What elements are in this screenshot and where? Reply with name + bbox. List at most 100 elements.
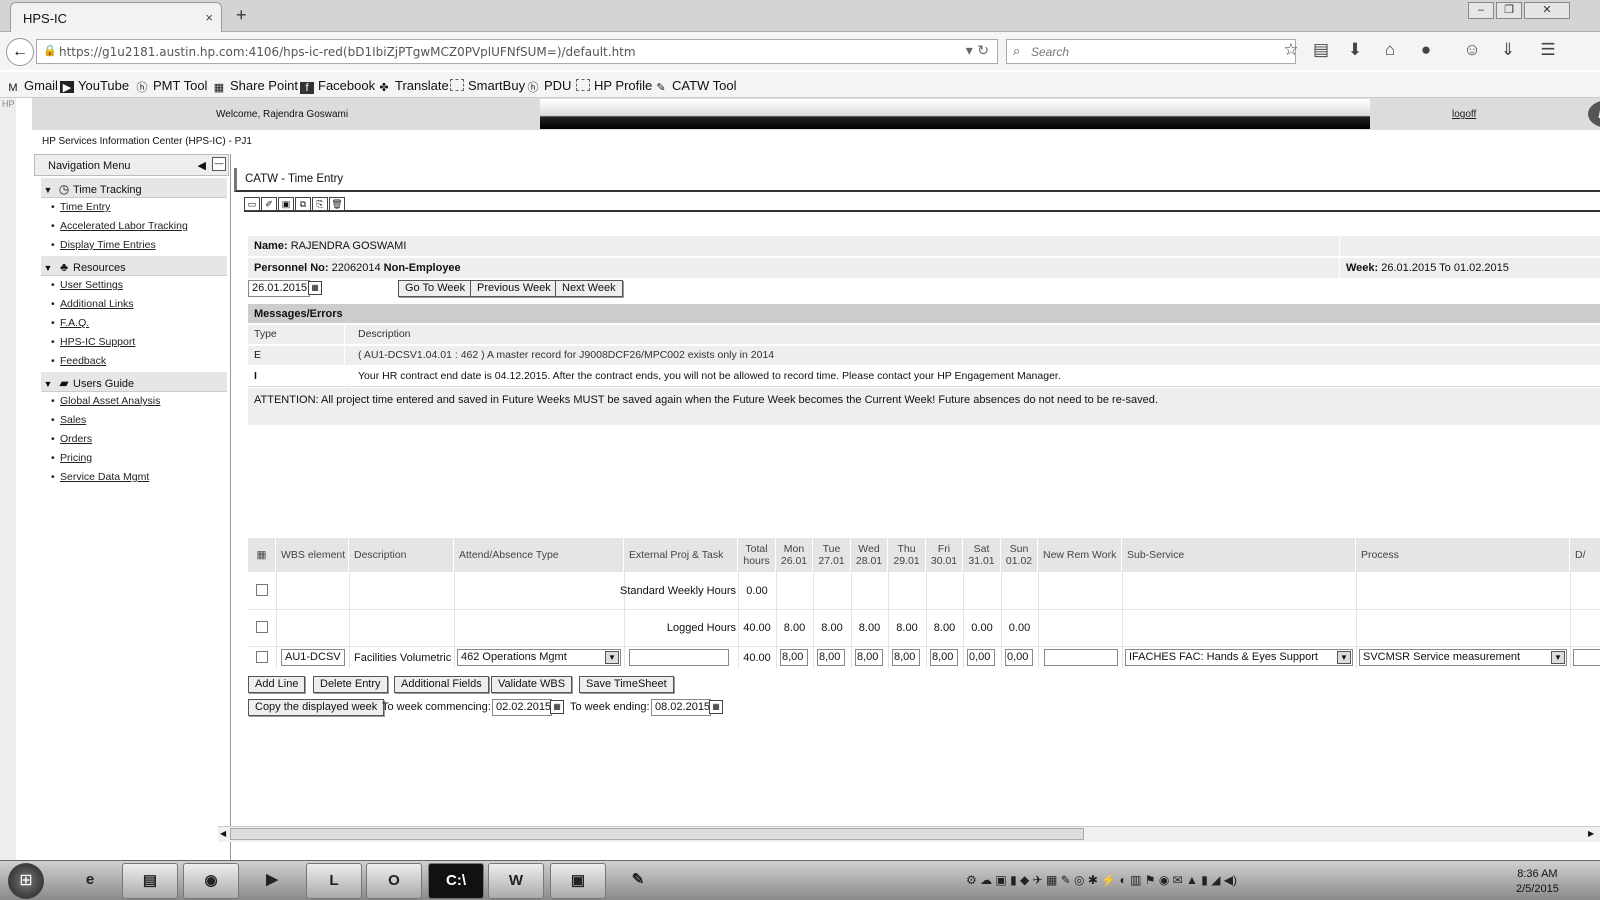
- nav-link-faq[interactable]: F.A.Q.: [51, 317, 89, 329]
- save-icon[interactable]: ▣: [278, 197, 294, 211]
- nav-link-sales[interactable]: Sales: [51, 414, 86, 426]
- tue-hours-input[interactable]: 8,00: [817, 649, 845, 666]
- download-arrow-icon[interactable]: ⇓: [1496, 40, 1520, 60]
- row-checkbox[interactable]: [256, 584, 268, 596]
- scroll-right-icon[interactable]: ▶: [1588, 829, 1594, 838]
- additional-fields-button[interactable]: Additional Fields: [394, 676, 489, 693]
- calendar-icon[interactable]: ▦: [709, 700, 723, 714]
- bookmark-smartbuy[interactable]: SmartBuy: [450, 78, 525, 93]
- sat-hours-input[interactable]: 0,00: [967, 649, 995, 666]
- nav-link-accelerated-labor-tracking[interactable]: Accelerated Labor Tracking: [51, 220, 188, 232]
- nav-link-hps-ic-support[interactable]: HPS-IC Support: [51, 336, 135, 348]
- d-input[interactable]: [1573, 649, 1600, 666]
- bookmark-pmt-tool[interactable]: ⓗ PMT Tool: [135, 78, 208, 94]
- calendar-icon[interactable]: ▦: [308, 281, 322, 295]
- attend-absence-select[interactable]: 462 Operations Mgmt ▼: [457, 649, 621, 666]
- downloads-icon[interactable]: ⬇: [1343, 40, 1367, 60]
- mon-hours-input[interactable]: 8,00: [780, 649, 808, 666]
- bookmark-star-icon[interactable]: ☆: [1279, 40, 1303, 60]
- nav-section-time-tracking[interactable]: ▼ ◷ Time Tracking: [41, 178, 227, 198]
- external-proj-input[interactable]: [629, 649, 729, 666]
- collapse-left-icon[interactable]: ◀: [198, 159, 206, 172]
- copy-icon[interactable]: ⧉: [295, 197, 311, 211]
- nav-link-additional-links[interactable]: Additional Links: [51, 298, 133, 310]
- paste-icon[interactable]: ⎘: [312, 197, 328, 211]
- scroll-left-icon[interactable]: ◀: [220, 829, 226, 838]
- wbs-element-input[interactable]: AU1-DCSV: [281, 649, 345, 666]
- save-timesheet-button[interactable]: Save TimeSheet: [579, 676, 674, 693]
- tab-close-icon[interactable]: ×: [205, 10, 213, 25]
- word-icon[interactable]: W: [488, 863, 544, 899]
- paint-icon[interactable]: ✎: [610, 863, 666, 899]
- reload-icon[interactable]: ▾ ↻: [966, 43, 989, 59]
- new-rem-work-input[interactable]: [1044, 649, 1118, 666]
- adblock-icon[interactable]: ●: [1414, 40, 1438, 60]
- image-viewer-icon[interactable]: ▣: [550, 863, 606, 899]
- logoff-link[interactable]: logoff: [1452, 109, 1476, 120]
- display-change-icon[interactable]: ✐: [261, 197, 277, 211]
- dropdown-arrow-icon[interactable]: ▼: [1337, 651, 1351, 664]
- internet-explorer-icon[interactable]: e: [62, 863, 118, 899]
- bookmark-hp-profile[interactable]: HP Profile: [576, 78, 652, 93]
- start-button[interactable]: ⊞: [8, 863, 44, 899]
- bookmark-catw-tool[interactable]: ✎ CATW Tool: [654, 78, 736, 94]
- system-tray-icons[interactable]: ⚙ ☁ ▣ ▮ ◆ ✈ ▦ ✎ ◎ ✱ ⚡ ◐ ▥ ⚑ ◉ ✉ ▲ ▮ ◢ ◀): [966, 873, 1237, 887]
- bookmark-youtube[interactable]: ▶ YouTube: [60, 78, 129, 94]
- menu-icon[interactable]: ☰: [1536, 40, 1560, 60]
- firefox-icon[interactable]: ◉: [183, 863, 239, 899]
- file-explorer-icon[interactable]: ▤: [122, 863, 178, 899]
- nav-link-service-data-mgmt[interactable]: Service Data Mgmt: [51, 471, 149, 483]
- next-week-button[interactable]: Next Week: [555, 280, 623, 297]
- select-all-icon[interactable]: ▦: [248, 538, 276, 572]
- delete-icon[interactable]: 🗑: [329, 197, 345, 211]
- system-clock[interactable]: 8:36 AM 2/5/2015: [1516, 867, 1559, 897]
- bookmark-translate[interactable]: ✤ Translate: [377, 78, 448, 94]
- validate-wbs-button[interactable]: Validate WBS: [491, 676, 573, 693]
- close-window-button[interactable]: ✕: [1524, 2, 1570, 19]
- ending-date-input[interactable]: 08.02.2015: [651, 699, 711, 716]
- nav-section-resources[interactable]: ▼ ♣ Resources: [41, 256, 227, 276]
- minimize-panel-icon[interactable]: —: [212, 157, 226, 171]
- minimize-button[interactable]: ‒: [1468, 2, 1494, 19]
- reading-list-icon[interactable]: ▤: [1309, 40, 1333, 60]
- media-player-icon[interactable]: ▶: [244, 863, 300, 899]
- sub-service-select[interactable]: IFACHES FAC: Hands & Eyes Support ▼: [1125, 649, 1353, 666]
- week-date-input[interactable]: 26.01.2015: [248, 280, 310, 297]
- chat-icon[interactable]: ☺: [1460, 40, 1484, 60]
- row-checkbox[interactable]: [256, 621, 268, 633]
- nav-link-feedback[interactable]: Feedback: [51, 355, 106, 367]
- nav-link-display-time-entries[interactable]: Display Time Entries: [51, 239, 156, 251]
- nav-section-users-guide[interactable]: ▼ ▰ Users Guide: [41, 372, 227, 392]
- search-input[interactable]: ⌕ Search: [1006, 39, 1296, 64]
- command-prompt-icon[interactable]: C:\: [428, 863, 484, 899]
- wed-hours-input[interactable]: 8,00: [855, 649, 883, 666]
- nav-link-user-settings[interactable]: User Settings: [51, 279, 123, 291]
- address-bar[interactable]: 🔒 https://g1u2181.austin.hp.com:4106/hps…: [36, 39, 998, 64]
- dropdown-arrow-icon[interactable]: ▼: [1551, 651, 1565, 664]
- process-select[interactable]: SVCMSR Service measurement ▼: [1359, 649, 1567, 666]
- bookmark-pdu[interactable]: ⓗ PDU: [526, 78, 572, 94]
- lync-icon[interactable]: L: [306, 863, 362, 899]
- nav-link-orders[interactable]: Orders: [51, 433, 92, 445]
- scrollbar-thumb[interactable]: [230, 828, 1084, 840]
- fri-hours-input[interactable]: 8,00: [930, 649, 958, 666]
- delete-entry-button[interactable]: Delete Entry: [313, 676, 388, 693]
- go-to-week-button[interactable]: Go To Week: [398, 280, 473, 297]
- browser-tab[interactable]: HPS-IC ×: [10, 2, 222, 32]
- previous-week-button[interactable]: Previous Week: [470, 280, 558, 297]
- nav-link-time-entry[interactable]: Time Entry: [51, 201, 110, 213]
- row-checkbox[interactable]: [256, 651, 268, 663]
- outlook-icon[interactable]: O: [366, 863, 422, 899]
- bookmark-gmail[interactable]: M Gmail: [6, 78, 58, 94]
- dropdown-arrow-icon[interactable]: ▼: [605, 651, 619, 664]
- home-icon[interactable]: ⌂: [1378, 40, 1402, 60]
- maximize-button[interactable]: ❐: [1496, 2, 1522, 19]
- nav-link-pricing[interactable]: Pricing: [51, 452, 92, 464]
- new-document-icon[interactable]: ▭: [244, 197, 260, 211]
- back-button[interactable]: ←: [6, 38, 34, 66]
- sun-hours-input[interactable]: 0,00: [1005, 649, 1033, 666]
- new-tab-button[interactable]: +: [236, 5, 247, 26]
- thu-hours-input[interactable]: 8,00: [892, 649, 920, 666]
- calendar-icon[interactable]: ▦: [550, 700, 564, 714]
- commencing-date-input[interactable]: 02.02.2015: [492, 699, 552, 716]
